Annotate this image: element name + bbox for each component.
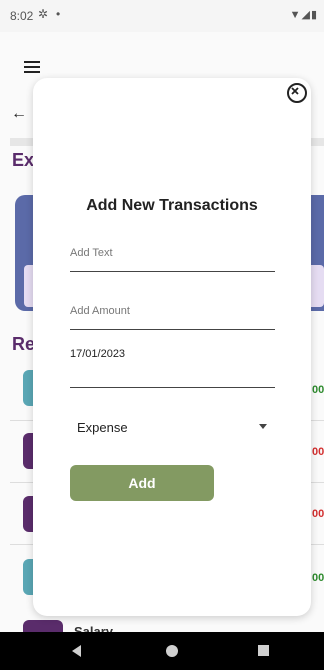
transaction-amount: 00: [312, 446, 324, 458]
date-value: 17/01/2023: [70, 348, 126, 360]
date-field[interactable]: 17/01/2023: [70, 330, 275, 388]
text-field[interactable]: Add Text: [70, 242, 279, 274]
nav-home-icon[interactable]: [166, 645, 178, 657]
menu-icon[interactable]: [24, 61, 40, 73]
date-underline: [70, 387, 275, 388]
nav-recents-icon[interactable]: [258, 645, 269, 656]
nav-back-icon[interactable]: [72, 645, 81, 657]
close-icon[interactable]: [287, 83, 307, 103]
dialog-title: Add New Transactions: [86, 197, 258, 214]
amount-input[interactable]: [70, 271, 279, 332]
transaction-amount: 00: [312, 508, 324, 520]
section-title-expenses: Ex: [12, 150, 35, 170]
system-status-icons: ▼◢▮: [289, 9, 318, 21]
add-button[interactable]: Add: [70, 465, 214, 501]
back-arrow-icon[interactable]: ←: [11, 105, 27, 123]
status-time: 8:02: [10, 9, 34, 23]
section-title-recent: Re: [12, 334, 36, 354]
text-input[interactable]: [70, 242, 279, 274]
type-dropdown[interactable]: Expense: [77, 416, 267, 438]
transaction-amount: 00: [312, 384, 324, 396]
status-bar: 8:02 ✲ • ▼◢▮: [0, 0, 324, 32]
type-selected-value: Expense: [77, 420, 128, 435]
system-nav-bar: [0, 632, 324, 670]
chevron-down-icon: [259, 424, 267, 429]
amount-field[interactable]: Add Amount: [70, 271, 279, 332]
transaction-amount: 00: [312, 572, 324, 584]
add-transaction-dialog: Add New Transactions Add Text Add Amount…: [33, 78, 311, 616]
gear-icon: ✲: [38, 7, 49, 21]
notification-dot: •: [56, 7, 61, 21]
